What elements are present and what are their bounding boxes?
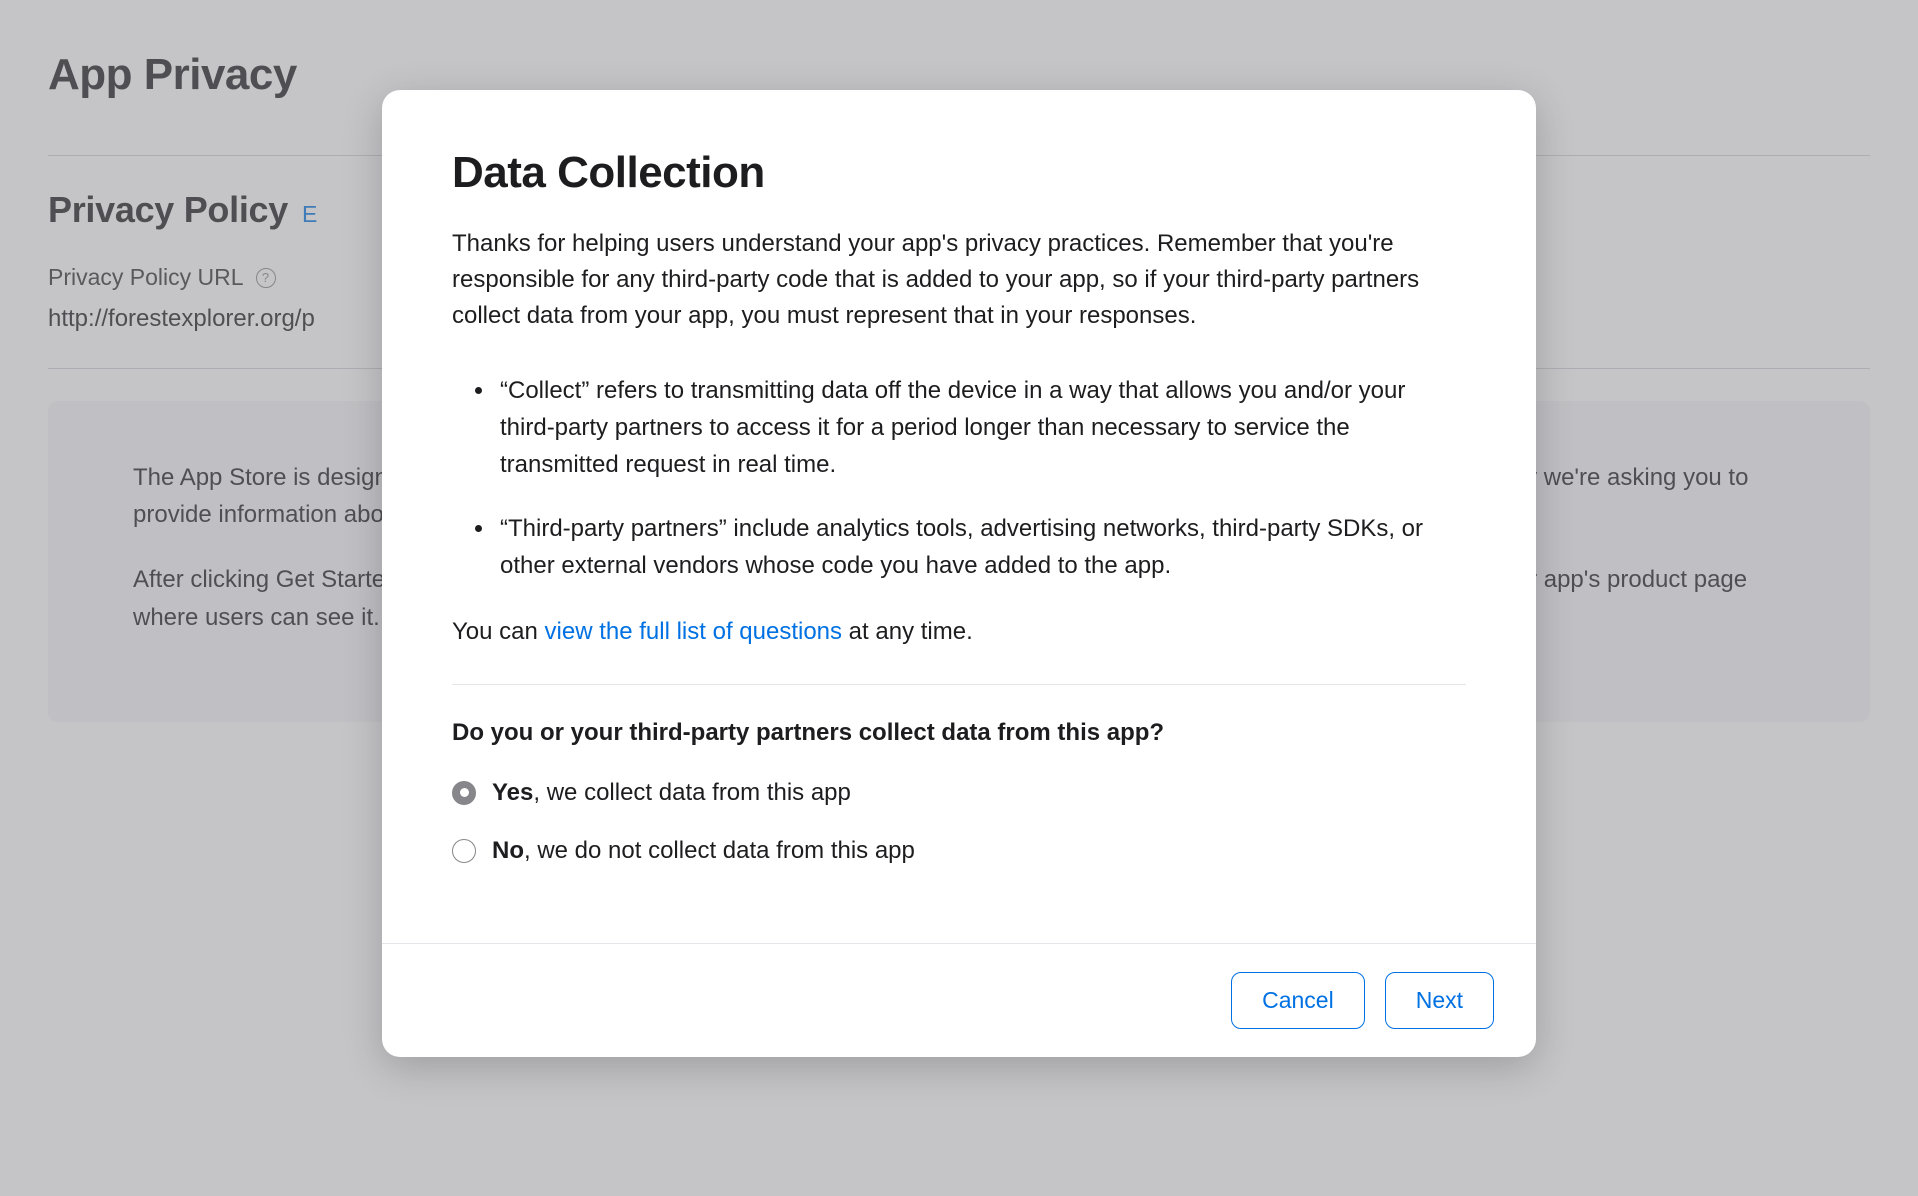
modal-divider xyxy=(452,684,1466,685)
data-collection-modal: Data Collection Thanks for helping users… xyxy=(382,90,1536,1057)
modal-note: You can view the full list of questions … xyxy=(452,618,1466,646)
modal-title: Data Collection xyxy=(452,148,1466,198)
view-questions-link[interactable]: view the full list of questions xyxy=(545,618,842,645)
no-strong: No xyxy=(492,837,524,864)
no-rest: , we do not collect data from this app xyxy=(524,837,915,864)
list-item: “Third-party partners” include analytics… xyxy=(496,510,1466,584)
radio-option-no[interactable]: No, we do not collect data from this app xyxy=(452,837,1466,865)
note-suffix: at any time. xyxy=(842,618,973,645)
modal-question: Do you or your third-party partners coll… xyxy=(452,719,1466,747)
radio-icon xyxy=(452,839,476,863)
yes-rest: , we collect data from this app xyxy=(533,779,850,806)
modal-intro: Thanks for helping users understand your… xyxy=(452,226,1466,334)
yes-strong: Yes xyxy=(492,779,533,806)
modal-body: Data Collection Thanks for helping users… xyxy=(382,90,1536,943)
list-item: “Collect” refers to transmitting data of… xyxy=(496,372,1466,484)
cancel-button[interactable]: Cancel xyxy=(1231,972,1365,1029)
note-prefix: You can xyxy=(452,618,545,645)
modal-footer: Cancel Next xyxy=(382,943,1536,1057)
radio-label-yes: Yes, we collect data from this app xyxy=(492,779,851,807)
radio-icon xyxy=(452,781,476,805)
modal-list: “Collect” refers to transmitting data of… xyxy=(452,372,1466,584)
radio-label-no: No, we do not collect data from this app xyxy=(492,837,915,865)
radio-option-yes[interactable]: Yes, we collect data from this app xyxy=(452,779,1466,807)
modal-overlay: Data Collection Thanks for helping users… xyxy=(0,0,1918,1196)
next-button[interactable]: Next xyxy=(1385,972,1494,1029)
